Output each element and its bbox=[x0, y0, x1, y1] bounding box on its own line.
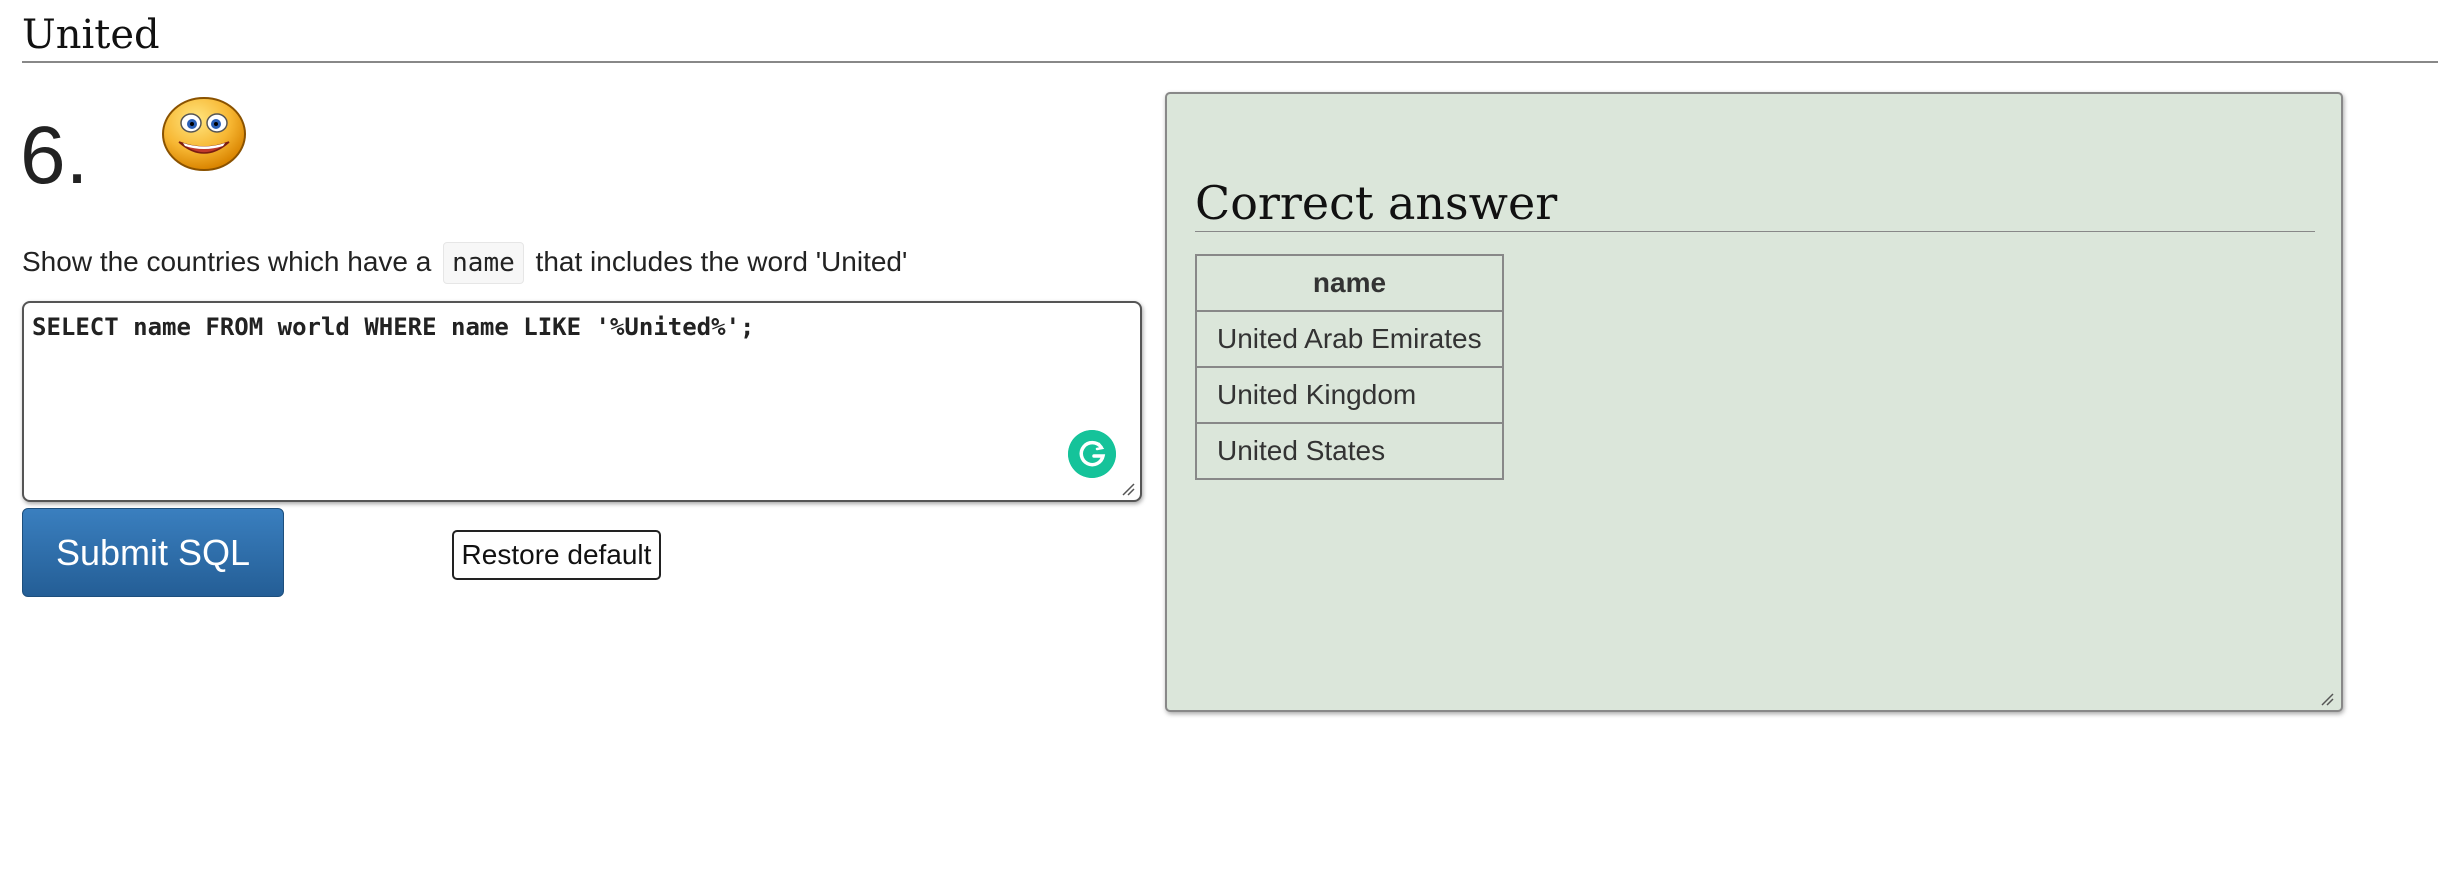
table-cell: United Arab Emirates bbox=[1195, 310, 1504, 368]
section-heading: United bbox=[22, 8, 2438, 63]
table-cell: United States bbox=[1195, 422, 1504, 480]
restore-default-button[interactable]: Restore default bbox=[452, 530, 661, 580]
grinning-face-icon bbox=[162, 97, 246, 171]
prompt-code-name: name bbox=[443, 242, 524, 284]
sql-editor[interactable]: SELECT name FROM world WHERE name LIKE '… bbox=[22, 301, 1142, 502]
grammarly-icon[interactable] bbox=[1068, 430, 1116, 478]
table-cell: United Kingdom bbox=[1195, 366, 1504, 424]
question-number: 6. bbox=[20, 110, 89, 201]
prompt-text-before: Show the countries which have a bbox=[22, 246, 432, 277]
table-header-row: name bbox=[1195, 254, 1504, 312]
column-header-name: name bbox=[1195, 254, 1504, 312]
result-table: name United Arab Emirates United Kingdom… bbox=[1195, 254, 1504, 480]
editor-resize-handle[interactable] bbox=[1121, 482, 1135, 496]
table-row: United Kingdom bbox=[1195, 366, 1504, 424]
answer-title: Correct answer bbox=[1195, 174, 2315, 232]
question-prompt: Show the countries which have a name tha… bbox=[22, 240, 907, 284]
table-row: United States bbox=[1195, 422, 1504, 480]
prompt-text-after: that includes the word 'United' bbox=[535, 246, 908, 277]
answer-panel: Correct answer name United Arab Emirates… bbox=[1165, 92, 2343, 712]
submit-sql-button[interactable]: Submit SQL bbox=[22, 508, 284, 597]
table-row: United Arab Emirates bbox=[1195, 310, 1504, 368]
panel-resize-handle[interactable] bbox=[2320, 692, 2334, 706]
